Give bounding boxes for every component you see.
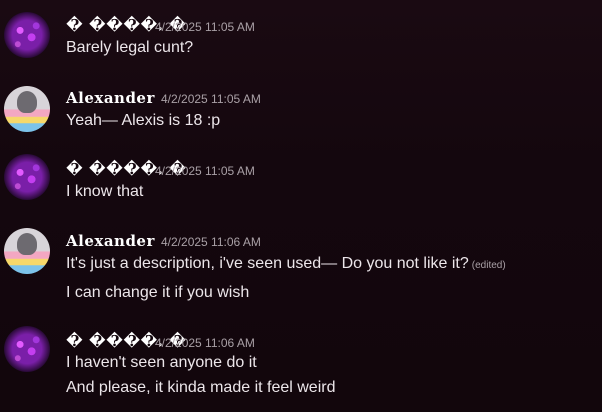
chat-message-list: � ����. � 4/2/2025 11:05 AM Barely legal… bbox=[0, 0, 602, 412]
author-name[interactable]: Alexander bbox=[66, 89, 155, 107]
message-timestamp: 4/2/2025 11:05 AM bbox=[161, 92, 261, 106]
message-text: It's just a description, i've seen used—… bbox=[66, 255, 506, 273]
message-text: I haven't seen anyone do it bbox=[66, 354, 257, 371]
avatar-figure bbox=[17, 91, 37, 113]
message-timestamp: 4/2/2025 11:06 AM bbox=[155, 336, 255, 350]
avatar[interactable] bbox=[4, 154, 50, 200]
avatar[interactable] bbox=[4, 228, 50, 274]
message-timestamp: 4/2/2025 11:05 AM bbox=[155, 20, 255, 34]
author-name[interactable]: Alexander bbox=[66, 232, 155, 250]
message-text-line: It's just a description, i've seen used—… bbox=[66, 255, 469, 272]
message-text: Yeah— Alexis is 18 :p bbox=[66, 112, 221, 129]
message-text: I can change it if you wish bbox=[66, 284, 250, 301]
message-timestamp: 4/2/2025 11:05 AM bbox=[155, 164, 255, 178]
message-text: And please, it kinda made it feel weird bbox=[66, 379, 336, 396]
edited-label: (edited) bbox=[471, 260, 506, 271]
message-timestamp: 4/2/2025 11:06 AM bbox=[161, 235, 261, 249]
avatar[interactable] bbox=[4, 326, 50, 372]
message-text: Barely legal cunt? bbox=[66, 39, 194, 56]
avatar[interactable] bbox=[4, 12, 50, 58]
message-text: I know that bbox=[66, 183, 144, 200]
avatar[interactable] bbox=[4, 86, 50, 132]
avatar-figure bbox=[17, 233, 37, 255]
